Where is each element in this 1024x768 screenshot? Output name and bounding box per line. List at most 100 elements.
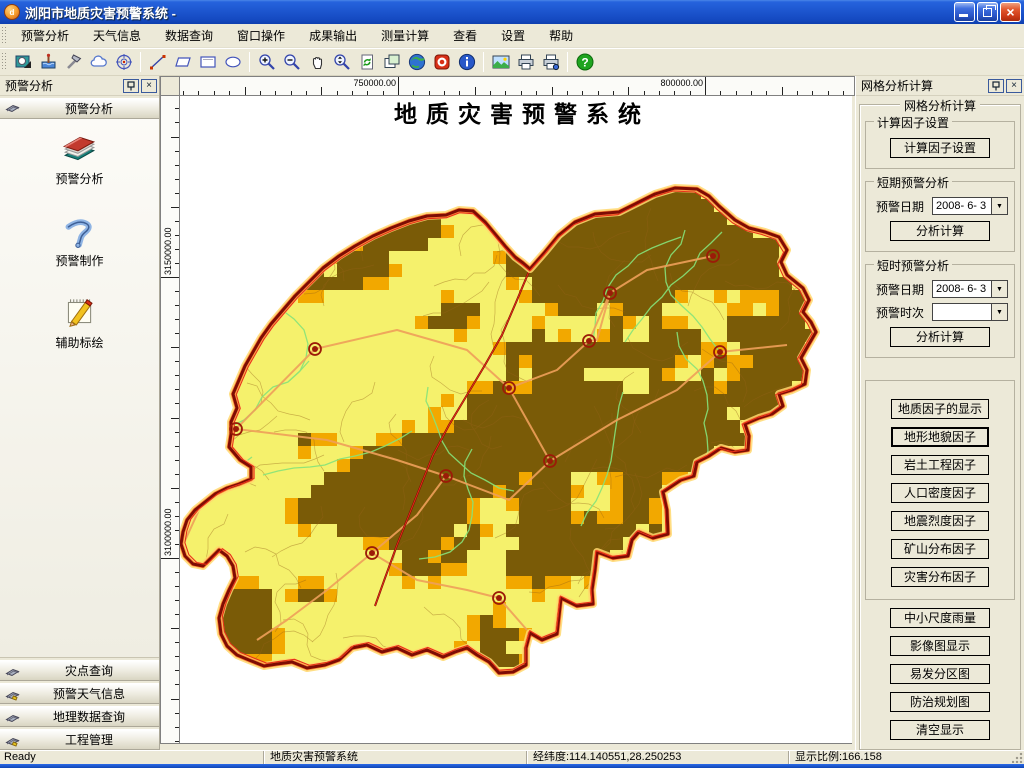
- ruler-tick: [175, 249, 180, 250]
- calc-factor-settings-button[interactable]: 计算因子设置: [890, 138, 990, 158]
- status-bar: Ready 地质灾害预警系统 经纬度:114.140551,28.250253 …: [0, 750, 1024, 764]
- left-section-1[interactable]: 灾点查询: [0, 660, 159, 681]
- line-button[interactable]: [145, 50, 170, 74]
- image-button[interactable]: [488, 50, 513, 74]
- menu-item-5[interactable]: 成果输出: [299, 24, 367, 47]
- extra-button-3[interactable]: 易发分区图: [890, 664, 990, 684]
- menu-item-9[interactable]: 帮助: [539, 24, 583, 47]
- chevron-down-icon[interactable]: ▼: [991, 281, 1007, 297]
- pan-button[interactable]: [304, 50, 329, 74]
- menu-item-4[interactable]: 窗口操作: [227, 24, 295, 47]
- short-term-analyze-button[interactable]: 分析计算: [890, 221, 990, 241]
- help-button[interactable]: ?: [572, 50, 597, 74]
- left-item-3[interactable]: 辅助标绘: [55, 293, 103, 351]
- target-button[interactable]: [111, 50, 136, 74]
- short-term-date-combo[interactable]: 2008- 6- 3 ▼: [932, 197, 1008, 215]
- extra-button-2[interactable]: 影像图显示: [890, 636, 990, 656]
- map-title: 地质灾害预警系统: [394, 101, 650, 128]
- factor-button-1[interactable]: 地形地貌因子: [891, 427, 989, 447]
- menu-item-1[interactable]: 预警分析: [11, 24, 79, 47]
- left-section-2[interactable]: 预警天气信息: [0, 683, 159, 704]
- factor-button-3[interactable]: 人口密度因子: [891, 483, 989, 503]
- info-button[interactable]: [454, 50, 479, 74]
- factor-button-2[interactable]: 岩土工程因子: [891, 455, 989, 475]
- menu-item-2[interactable]: 天气信息: [83, 24, 151, 47]
- ruler-tick: [429, 91, 430, 96]
- ruler-tick: [582, 91, 583, 96]
- menu-item-7[interactable]: 查看: [443, 24, 487, 47]
- ruler-tick: [260, 91, 261, 96]
- close-button[interactable]: ×: [1000, 2, 1021, 22]
- left-item-2[interactable]: 预警制作: [55, 211, 103, 269]
- minimize-button[interactable]: [954, 2, 975, 22]
- stop-button[interactable]: [429, 50, 454, 74]
- chevron-down-icon[interactable]: ▼: [991, 304, 1007, 320]
- zoom-out-button[interactable]: [279, 50, 304, 74]
- ruler-tick: [175, 375, 180, 376]
- layers-button[interactable]: [379, 50, 404, 74]
- title-bar[interactable]: d 浏阳市地质灾害预警系统 - ×: [0, 0, 1024, 24]
- chevron-down-icon[interactable]: ▼: [991, 198, 1007, 214]
- ruler-tick: [843, 91, 844, 96]
- cloud-button[interactable]: [86, 50, 111, 74]
- extra-button-1[interactable]: 中小尺度雨量: [890, 608, 990, 628]
- ruler-tick: [521, 91, 522, 96]
- extra-button-4[interactable]: 防治规划图: [890, 692, 990, 712]
- left-section-3[interactable]: 地理数据查询: [0, 706, 159, 727]
- left-section-4[interactable]: 工程管理: [0, 729, 159, 750]
- zoom-in-button[interactable]: [254, 50, 279, 74]
- left-panel-close-button[interactable]: ×: [141, 79, 157, 93]
- map-canvas[interactable]: 地质灾害预警系统: [180, 96, 852, 744]
- left-item-1[interactable]: 预警分析: [55, 129, 103, 187]
- window-bottom-border: [0, 764, 1024, 768]
- toolbar-grip[interactable]: [2, 53, 7, 71]
- layers-icon: [382, 52, 402, 72]
- factor-button-4[interactable]: 地震烈度因子: [891, 511, 989, 531]
- ruler-tick: [175, 108, 180, 109]
- ruler-tick: [383, 91, 384, 96]
- menu-grip[interactable]: [2, 27, 7, 43]
- right-panel-close-button[interactable]: ×: [1006, 79, 1022, 93]
- geo-factor-group: 地质因子的显示 地形地貌因子岩土工程因子人口密度因子地震烈度因子矿山分布因子灾害…: [865, 380, 1015, 600]
- geo-factor-display-button[interactable]: 地质因子的显示: [891, 399, 989, 419]
- ruler-tick: [413, 91, 414, 96]
- factor-button-5[interactable]: 矿山分布因子: [891, 539, 989, 559]
- restore-button[interactable]: [977, 2, 998, 22]
- menu-item-3[interactable]: 数据查询: [155, 24, 223, 47]
- left-panel-active-section[interactable]: 预警分析: [0, 98, 159, 119]
- refresh-icon: [357, 52, 377, 72]
- resize-grip[interactable]: [1012, 752, 1023, 763]
- polygon-button[interactable]: [170, 50, 195, 74]
- short-term-caption: 短期预警分析: [874, 174, 952, 191]
- section-label: 地理数据查询: [23, 708, 155, 725]
- zoom-extent-button[interactable]: [329, 50, 354, 74]
- menu-item-6[interactable]: 测量计算: [371, 24, 439, 47]
- map-select-button[interactable]: [11, 50, 36, 74]
- right-panel-pin-button[interactable]: [988, 79, 1004, 93]
- ruler-tick: [475, 87, 476, 95]
- geo-data-icon: [4, 709, 21, 725]
- factor-button-6[interactable]: 灾害分布因子: [891, 567, 989, 587]
- left-panel-sections: 灾点查询预警天气信息地理数据查询工程管理: [0, 658, 159, 750]
- ruler-tick: [705, 77, 706, 95]
- short-time-time-combo[interactable]: ▼: [932, 303, 1008, 321]
- ruler-tick: [175, 263, 180, 264]
- globe-button[interactable]: [404, 50, 429, 74]
- ruler-tick: [171, 628, 179, 629]
- left-panel-pin-button[interactable]: [123, 79, 139, 93]
- print-button[interactable]: [513, 50, 538, 74]
- refresh-button[interactable]: [354, 50, 379, 74]
- stamp-button[interactable]: [36, 50, 61, 74]
- rectangle-button[interactable]: [195, 50, 220, 74]
- cloud-icon: [89, 52, 109, 72]
- extra-button-5[interactable]: 清空显示: [890, 720, 990, 740]
- ruler-tick: [828, 91, 829, 96]
- ruler-tick: [175, 544, 180, 545]
- ruler-tick: [171, 347, 179, 348]
- short-time-analyze-button[interactable]: 分析计算: [890, 327, 990, 347]
- ellipse-button[interactable]: [220, 50, 245, 74]
- short-time-date-combo[interactable]: 2008- 6- 3 ▼: [932, 280, 1008, 298]
- menu-item-8[interactable]: 设置: [491, 24, 535, 47]
- print-setup-button[interactable]: [538, 50, 563, 74]
- hammer-button[interactable]: [61, 50, 86, 74]
